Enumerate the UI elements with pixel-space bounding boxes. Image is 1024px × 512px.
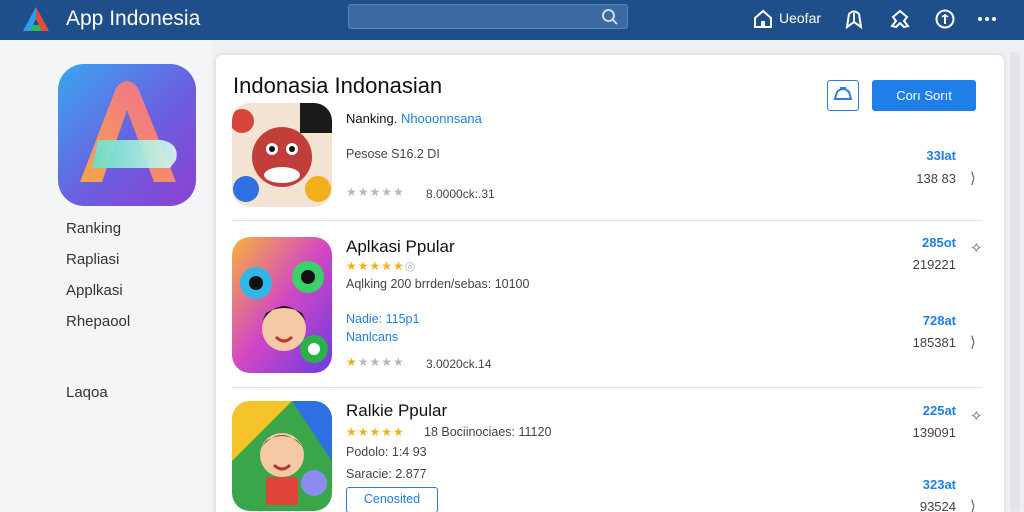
app-name-prefix: Nanking.: [346, 111, 398, 126]
install-button[interactable]: Cenosited: [346, 487, 438, 512]
list-item[interactable]: Ralkie Ppular ★★★★★ 18 Bociinociaes: 111…: [232, 401, 984, 512]
app-title: App Indonesia: [66, 7, 201, 30]
app-meta-link[interactable]: Nanlcans: [346, 330, 398, 344]
rating-stars: ★★★★★◎: [346, 259, 417, 273]
download-count: 285ot: [922, 235, 956, 250]
download-count: 225at: [922, 403, 956, 418]
page-title: Indonasia Indonasian: [233, 73, 443, 98]
main-panel: Indonasia Indonasian Corı Sorıt Nanking.: [216, 55, 1004, 512]
stat-value: 185381: [912, 335, 956, 350]
rating-stars: ★★★★★: [346, 185, 405, 199]
rating-stars: ★★★★★: [346, 355, 405, 369]
featured-app-logo[interactable]: [58, 64, 196, 206]
stat-value: 138 83: [916, 171, 956, 186]
chevron-right-icon[interactable]: ⟩: [970, 497, 976, 512]
sidebar-item-rhepaool[interactable]: Rhepaool: [66, 313, 130, 330]
sidebar: Ranking Rapliasi Applkasi Rhepaool Laqoa: [0, 40, 212, 512]
rating-value: 3.0020ck.14: [426, 357, 492, 371]
rating-value: 8.0000ck:.31: [426, 187, 495, 201]
tag-icon[interactable]: [889, 8, 911, 30]
app-meta: 18 Bociinociaes: 11120: [424, 425, 552, 439]
app-meta: Saracie: 2.877: [346, 467, 427, 481]
download-count: 33Iat: [926, 148, 956, 163]
top-bar: App Indonesia Ueofar: [0, 0, 1024, 40]
home-label[interactable]: Ueofar: [779, 10, 821, 26]
app-name: Nanking. Nhooonnsana: [346, 111, 482, 126]
app-icon[interactable]: [232, 237, 332, 373]
app-name[interactable]: Aplkasi Ppular: [346, 237, 455, 257]
sparkle-icon[interactable]: ✧: [970, 407, 983, 425]
search-icon[interactable]: [601, 8, 619, 26]
sidebar-item-laqoa[interactable]: Laqoa: [66, 384, 108, 401]
stat-value: 219221: [912, 257, 956, 272]
sidebar-item-applkasi[interactable]: Applkasi: [66, 282, 123, 299]
stat-value: 93524: [919, 499, 956, 512]
sparkle-icon[interactable]: ✧: [970, 239, 983, 257]
divider: [232, 387, 982, 388]
chevron-right-icon[interactable]: ⟩: [970, 333, 976, 351]
chevron-right-icon[interactable]: ⟩: [970, 169, 976, 187]
list-item[interactable]: Aplkasi Ppular ★★★★★◎ Aqlking 200 brrden…: [232, 235, 984, 377]
bookmark-icon[interactable]: [843, 8, 865, 30]
app-meta: Podolo: 1:4 93: [346, 445, 427, 459]
list-item[interactable]: Nanking. Nhooonnsana Pesose S16.2 DI ★★★…: [232, 103, 984, 221]
download-count: 323at: [922, 477, 956, 492]
divider: [232, 220, 982, 221]
download-count: 728at: [922, 313, 956, 328]
app-name[interactable]: Ralkie Ppular: [346, 401, 447, 421]
app-meta-link[interactable]: Nadie: 115p1: [346, 312, 419, 326]
stat-value: 139091: [912, 425, 956, 440]
app-icon[interactable]: [232, 401, 332, 511]
rating-stars: ★★★★★: [346, 425, 405, 439]
home-icon[interactable]: [752, 8, 774, 30]
info-icon[interactable]: [934, 8, 956, 30]
app-logo-icon[interactable]: [22, 6, 50, 32]
featured-app-logo-icon: [80, 81, 177, 182]
more-icon[interactable]: [976, 8, 998, 30]
search-input[interactable]: [348, 4, 628, 29]
sidebar-item-ranking[interactable]: Ranking: [66, 220, 121, 237]
app-meta: Pesose S16.2 DI: [346, 147, 440, 161]
app-name-link[interactable]: Nhooonnsana: [401, 111, 482, 126]
app-icon[interactable]: [232, 103, 332, 207]
sidebar-item-rapliasi[interactable]: Rapliasi: [66, 251, 119, 268]
scrollbar[interactable]: [1010, 52, 1020, 512]
app-meta: Aqlking 200 brrden/sebas: 10100: [346, 277, 530, 291]
